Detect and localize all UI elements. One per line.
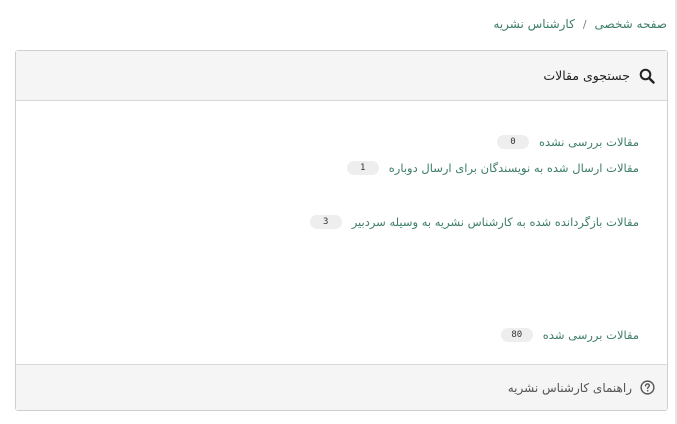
list-item: مقالات بررسی شده 80	[500, 328, 639, 342]
returned-by-editor-articles-link[interactable]: مقالات بازگردانده شده به کارشناس نشریه ب…	[352, 215, 639, 229]
articles-panel: جستجوی مقالات مقالات بررسی نشده 0 مقالات…	[15, 50, 668, 411]
count-badge: 0	[496, 135, 529, 149]
list-item: مقالات بازگردانده شده به کارشناس نشریه ب…	[309, 215, 639, 229]
list-item: مقالات ارسال شده به نویسندگان برای ارسال…	[346, 161, 639, 175]
question-circle-icon	[640, 380, 655, 395]
breadcrumb-separator: /	[582, 17, 587, 31]
panel-title: جستجوی مقالات	[543, 68, 630, 83]
panel-header: جستجوی مقالات	[16, 51, 667, 101]
breadcrumb-current-link[interactable]: کارشناس نشریه	[493, 17, 574, 31]
panel-footer: راهنمای کارشناس نشریه	[16, 364, 667, 410]
resubmission-articles-link[interactable]: مقالات ارسال شده به نویسندگان برای ارسال…	[389, 161, 639, 175]
breadcrumb-home-link[interactable]: صفحه شخصی	[595, 17, 667, 31]
search-icon	[639, 68, 655, 84]
unreviewed-articles-link[interactable]: مقالات بررسی نشده	[539, 135, 639, 149]
count-badge: 80	[500, 328, 533, 342]
breadcrumb: صفحه شخصی / کارشناس نشریه	[493, 17, 667, 31]
reviewed-articles-link[interactable]: مقالات بررسی شده	[543, 328, 639, 342]
count-badge: 3	[309, 215, 342, 229]
editor-guide-link[interactable]: راهنمای کارشناس نشریه	[508, 381, 632, 395]
list-item: مقالات بررسی نشده 0	[496, 135, 639, 149]
count-badge: 1	[346, 161, 379, 175]
panel-body: مقالات بررسی نشده 0 مقالات ارسال شده به …	[16, 101, 667, 364]
